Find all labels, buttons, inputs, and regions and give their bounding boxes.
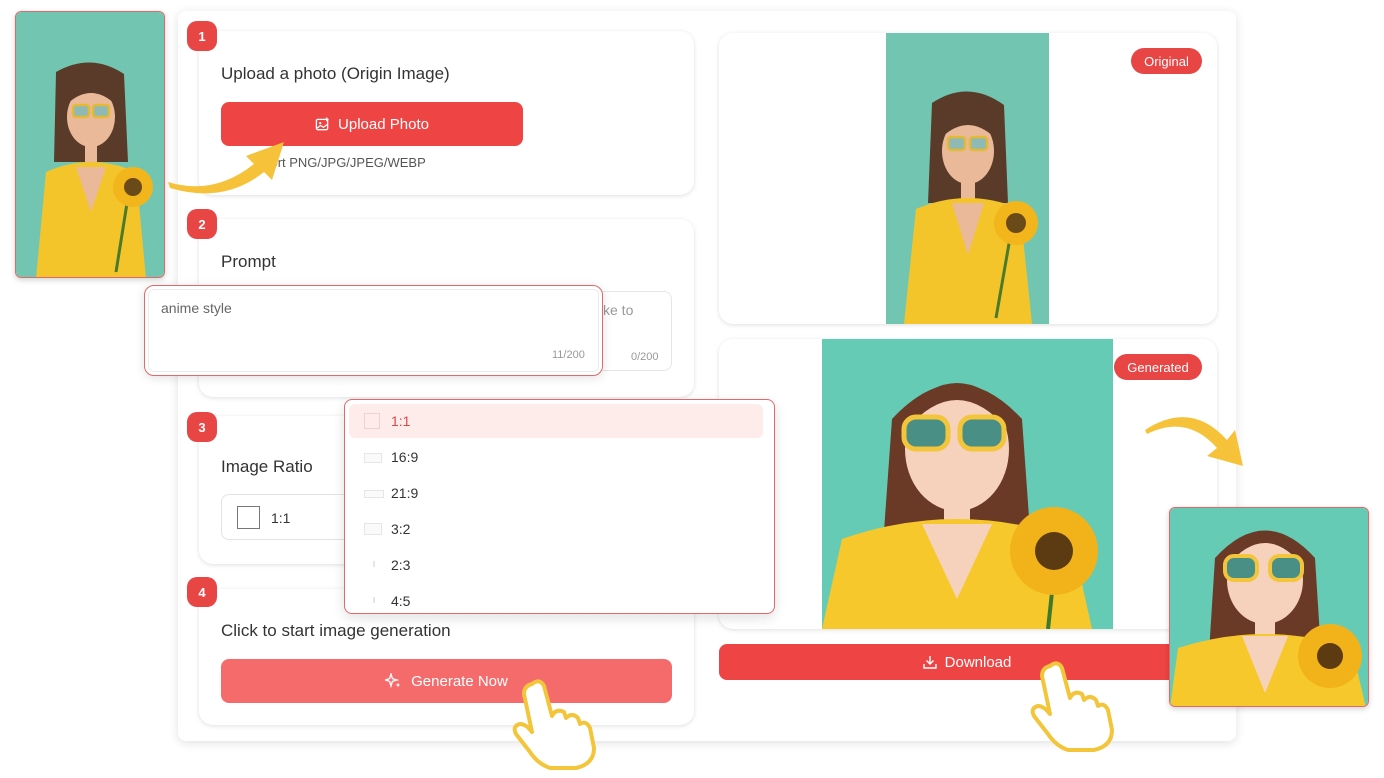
prompt-step-title: Prompt — [221, 252, 276, 271]
ratio-option-label: 2:3 — [391, 557, 411, 573]
sparkle-icon — [385, 673, 401, 689]
generated-image — [822, 339, 1113, 629]
upload-step-title: Upload a photo (Origin Image) — [221, 64, 450, 83]
ratio-option-label: 4:5 — [391, 593, 411, 609]
ratio-option[interactable]: 1:1 — [349, 404, 763, 438]
ratio-option[interactable]: 3:2 — [349, 512, 763, 546]
generate-step-title: Click to start image generation — [221, 621, 451, 640]
original-tag: Original — [1131, 48, 1202, 74]
generated-tag: Generated — [1114, 354, 1202, 380]
step-number-badge: 2 — [187, 209, 217, 239]
pointer-hand-icon — [1030, 661, 1114, 752]
ratio-option-label: 16:9 — [391, 449, 419, 465]
generate-now-button[interactable]: Generate Now — [221, 659, 672, 703]
original-preview-card — [719, 33, 1217, 324]
generated-photo-thumbnail — [1169, 507, 1369, 707]
ratio-shape-icon — [364, 413, 380, 429]
prompt-popup-value: anime style — [161, 300, 232, 316]
ratio-option[interactable]: 4:5 — [349, 584, 763, 613]
original-image — [886, 33, 1049, 324]
download-button[interactable]: Download — [719, 644, 1215, 680]
step-number-badge: 1 — [187, 21, 217, 51]
ratio-option[interactable]: 2:3 — [349, 548, 763, 582]
download-icon — [922, 656, 937, 669]
step-number-badge: 4 — [187, 577, 217, 607]
ratio-dropdown: 1:1 16:9 21:9 3:2 2:3 4:5 — [344, 399, 775, 614]
ratio-shape-icon — [373, 597, 375, 603]
prompt-placeholder-fragment: ke to — [603, 302, 634, 318]
curved-arrow-icon — [168, 142, 284, 194]
generated-preview-card — [719, 339, 1217, 629]
generate-now-label: Generate Now — [411, 672, 508, 690]
ratio-option-label: 1:1 — [391, 413, 411, 429]
prompt-char-counter: 0/200 — [631, 351, 659, 363]
prompt-popup-counter: 11/200 — [552, 349, 585, 361]
ratio-shape-icon — [364, 490, 384, 498]
download-label: Download — [944, 653, 1012, 671]
pointer-hand-icon — [512, 679, 596, 770]
ratio-shape-icon — [373, 561, 375, 567]
ratio-shape-icon — [364, 523, 382, 535]
ratio-shape-icon — [364, 453, 382, 463]
woman-photo — [16, 12, 164, 277]
step-number-badge: 3 — [187, 412, 217, 442]
prompt-popup: anime style 11/200 — [144, 285, 603, 376]
ratio-selected-value: 1:1 — [271, 510, 291, 526]
image-plus-icon — [315, 116, 329, 130]
source-photo-thumbnail — [15, 11, 165, 278]
ratio-option-label: 3:2 — [391, 521, 411, 537]
ratio-option[interactable]: 16:9 — [349, 440, 763, 474]
ratio-option[interactable]: 21:9 — [349, 476, 763, 510]
ratio-step-title: Image Ratio — [221, 457, 313, 476]
ratio-option-label: 21:9 — [391, 485, 419, 501]
upload-photo-label: Upload Photo — [338, 115, 429, 133]
square-ratio-icon — [237, 506, 260, 529]
curved-arrow-icon — [1145, 417, 1243, 466]
anime-photo — [1170, 508, 1368, 706]
